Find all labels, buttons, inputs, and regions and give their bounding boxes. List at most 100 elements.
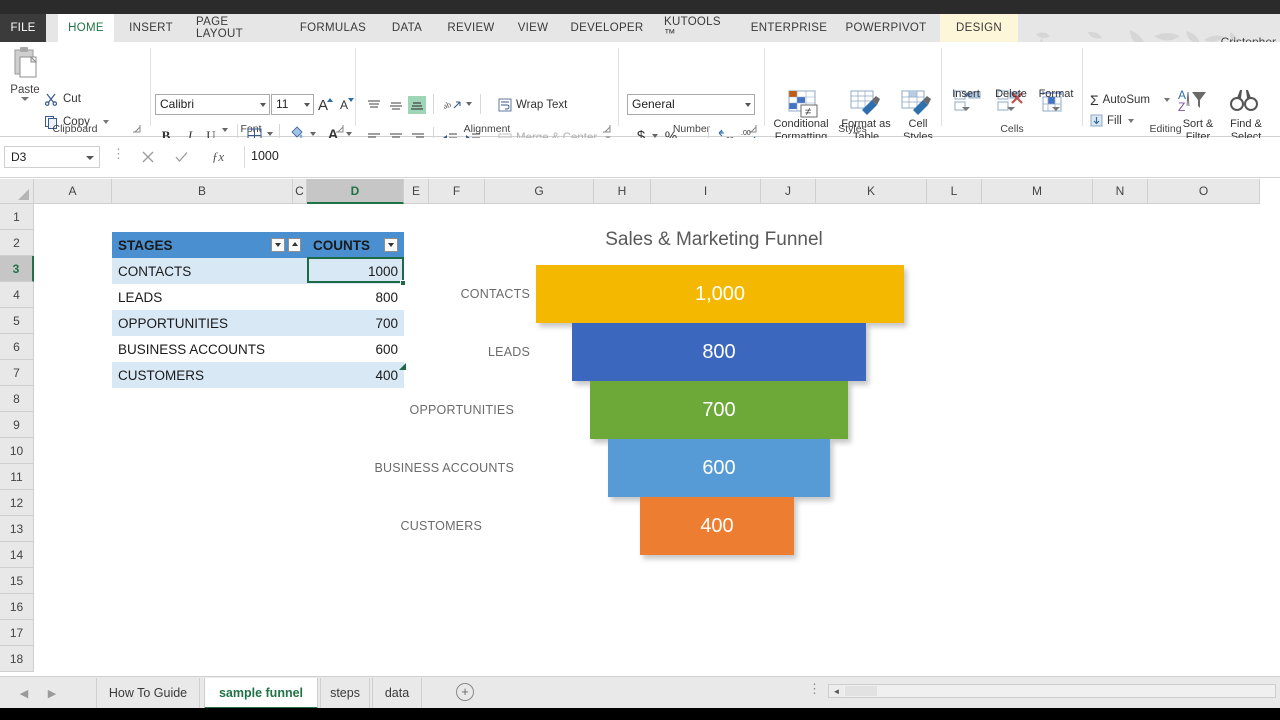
selected-cell-D3[interactable] <box>307 257 404 283</box>
column-header-I[interactable]: I <box>651 179 761 204</box>
tab-page-layout[interactable]: PAGE LAYOUT <box>188 14 284 42</box>
column-header-A[interactable]: A <box>34 179 112 204</box>
column-header-K[interactable]: K <box>816 179 927 204</box>
fill-button[interactable]: Fill <box>1090 114 1134 127</box>
format-cells-button[interactable]: Format <box>1032 88 1080 111</box>
column-header-E[interactable]: E <box>404 179 429 204</box>
table-row[interactable]: BUSINESS ACCOUNTS 600 <box>112 336 404 362</box>
row-header-15[interactable]: 15 <box>0 568 34 594</box>
paste-dropdown-arrow[interactable] <box>21 97 29 101</box>
row-header-9[interactable]: 9 <box>0 412 34 438</box>
funnel-bar-business-accounts[interactable]: 600 <box>608 439 830 497</box>
column-header-D[interactable]: D <box>307 179 404 204</box>
stages-sort-button[interactable] <box>288 238 301 252</box>
funnel-bar-opportunities[interactable]: 700 <box>590 381 848 439</box>
tab-kutools[interactable]: KUTOOLS ™ <box>656 14 740 42</box>
row-header-16[interactable]: 16 <box>0 594 34 620</box>
tab-insert[interactable]: INSERT <box>122 14 180 42</box>
tab-design[interactable]: DESIGN <box>940 14 1018 42</box>
sheet-tab-steps[interactable]: steps <box>320 678 370 708</box>
row-header-17[interactable]: 17 <box>0 620 34 646</box>
borders-dropdown-arrow[interactable] <box>267 132 273 136</box>
row-header-12[interactable]: 12 <box>0 490 34 516</box>
funnel-bar-contacts[interactable]: 1,000 <box>536 265 904 323</box>
sheet-tab-sample-funnel[interactable]: sample funnel <box>204 678 318 709</box>
column-header-O[interactable]: O <box>1148 179 1260 204</box>
font-size-input[interactable]: 11 <box>271 94 314 115</box>
funnel-bar-leads[interactable]: 800 <box>572 323 866 381</box>
tab-formulas[interactable]: FORMULAS <box>292 14 374 42</box>
tab-developer[interactable]: DEVELOPER <box>564 14 650 42</box>
scroll-left-button[interactable]: ◄ <box>829 685 844 697</box>
font-name-input[interactable]: Calibri <box>155 94 270 115</box>
select-all-corner[interactable] <box>0 179 34 204</box>
tab-file[interactable]: FILE <box>0 14 46 42</box>
row-header-13[interactable]: 13 <box>0 516 34 542</box>
next-sheet-button[interactable]: ▶ <box>44 685 60 701</box>
insert-dropdown-arrow[interactable] <box>962 107 970 111</box>
tab-view[interactable]: VIEW <box>510 14 556 42</box>
scrollbar-thumb[interactable] <box>845 686 877 696</box>
column-header-J[interactable]: J <box>761 179 816 204</box>
orientation-dropdown-arrow[interactable] <box>466 102 472 106</box>
funnel-chart[interactable]: Sales & Marketing Funnel CONTACTS 1,000 … <box>374 229 1024 619</box>
row-header-4[interactable]: 4 <box>0 282 34 308</box>
column-header-F[interactable]: F <box>429 179 485 204</box>
column-header-B[interactable]: B <box>112 179 293 204</box>
counts-filter-button[interactable] <box>384 238 398 252</box>
cut-button[interactable]: Cut <box>44 90 81 108</box>
row-header-5[interactable]: 5 <box>0 308 34 334</box>
tab-enterprise[interactable]: ENTERPRISE <box>746 14 832 42</box>
delete-cells-button[interactable]: Delete <box>988 88 1034 111</box>
row-header-8[interactable]: 8 <box>0 386 34 412</box>
number-format-select[interactable]: General <box>627 94 755 115</box>
column-header-L[interactable]: L <box>927 179 982 204</box>
wrap-text-button[interactable]: Wrap Text <box>498 98 567 112</box>
formula-input[interactable]: 1000 <box>244 146 1274 168</box>
autosum-dropdown-arrow[interactable] <box>1163 98 1170 102</box>
tab-home[interactable]: HOME <box>58 14 114 42</box>
row-header-1[interactable]: 1 <box>0 204 34 230</box>
row-header-6[interactable]: 6 <box>0 334 34 360</box>
enter-formula-button[interactable] <box>171 148 191 166</box>
underline-dropdown-arrow[interactable] <box>222 128 228 132</box>
name-box-dropdown-arrow[interactable] <box>86 156 94 160</box>
tab-review[interactable]: REVIEW <box>440 14 502 42</box>
add-sheet-button[interactable]: + <box>456 683 474 701</box>
align-top-button[interactable] <box>365 96 383 114</box>
tab-data[interactable]: DATA <box>382 14 432 42</box>
formula-bar-expand-dots[interactable]: ⋮ <box>112 147 125 160</box>
paste-button[interactable]: Paste <box>4 46 46 118</box>
align-bottom-button[interactable] <box>408 96 426 114</box>
column-header-H[interactable]: H <box>594 179 651 204</box>
row-header-3[interactable]: 3 <box>0 256 34 282</box>
stages-filter-button[interactable] <box>271 238 285 252</box>
delete-dropdown-arrow[interactable] <box>1007 107 1015 111</box>
fill-color-dropdown-arrow[interactable] <box>310 132 316 136</box>
cancel-formula-button[interactable] <box>138 148 158 166</box>
insert-cells-button[interactable]: Insert <box>944 88 988 111</box>
orientation-button[interactable]: ab <box>441 96 463 114</box>
font-name-dropdown-arrow[interactable] <box>260 103 266 107</box>
table-row[interactable]: CUSTOMERS 400 <box>112 362 404 388</box>
row-header-18[interactable]: 18 <box>0 646 34 672</box>
scrollbar-split-handle[interactable]: ⋮ <box>808 682 821 695</box>
horizontal-scrollbar[interactable]: ◄ <box>828 684 1276 698</box>
autosum-button[interactable]: Σ AutoSum <box>1090 92 1170 108</box>
row-header-11[interactable]: 11 <box>0 464 34 490</box>
column-header-N[interactable]: N <box>1093 179 1148 204</box>
font-size-dropdown-arrow[interactable] <box>304 103 310 107</box>
increase-font-size-button[interactable]: A <box>313 95 333 115</box>
name-box[interactable]: D3 <box>4 146 100 168</box>
column-header-C[interactable]: C <box>293 179 307 204</box>
align-middle-button[interactable] <box>387 96 405 114</box>
column-header-M[interactable]: M <box>982 179 1093 204</box>
clipboard-dialog-launcher[interactable] <box>132 124 142 134</box>
row-header-2[interactable]: 2 <box>0 230 34 256</box>
fill-dropdown-arrow[interactable] <box>1127 118 1134 123</box>
font-color-dropdown-arrow[interactable] <box>346 132 352 136</box>
previous-sheet-button[interactable]: ◀ <box>16 685 32 701</box>
row-header-14[interactable]: 14 <box>0 542 34 568</box>
insert-function-button[interactable]: ƒx <box>206 148 230 166</box>
format-dropdown-arrow[interactable] <box>1052 107 1060 111</box>
